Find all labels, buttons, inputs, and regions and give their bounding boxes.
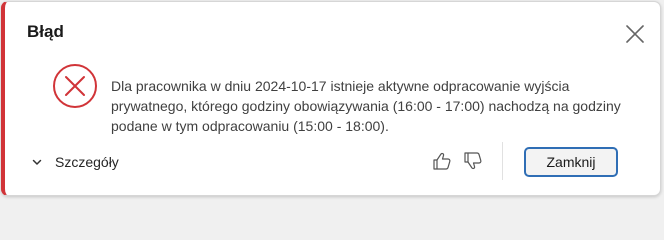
thumbs-down-button[interactable] xyxy=(462,150,484,172)
error-message: Dla pracownika w dniu 2024-10-17 istniej… xyxy=(111,78,621,134)
close-button[interactable]: Zamknij xyxy=(524,147,618,177)
dialog-title: Błąd xyxy=(27,22,64,41)
error-icon xyxy=(52,63,98,109)
divider xyxy=(502,142,503,180)
close-icon xyxy=(626,25,644,43)
details-label: Szczegóły xyxy=(55,154,119,170)
thumbs-up-icon xyxy=(433,152,451,170)
thumbs-up-button[interactable] xyxy=(431,150,453,172)
thumbs-down-icon xyxy=(464,152,482,170)
close-dialog-button[interactable] xyxy=(624,23,646,45)
chevron-down-icon xyxy=(32,159,42,165)
details-toggle[interactable]: Szczegóły xyxy=(31,149,119,175)
error-dialog: Błąd Dla pracownika w dniu 2024-10-17 is… xyxy=(1,1,661,196)
